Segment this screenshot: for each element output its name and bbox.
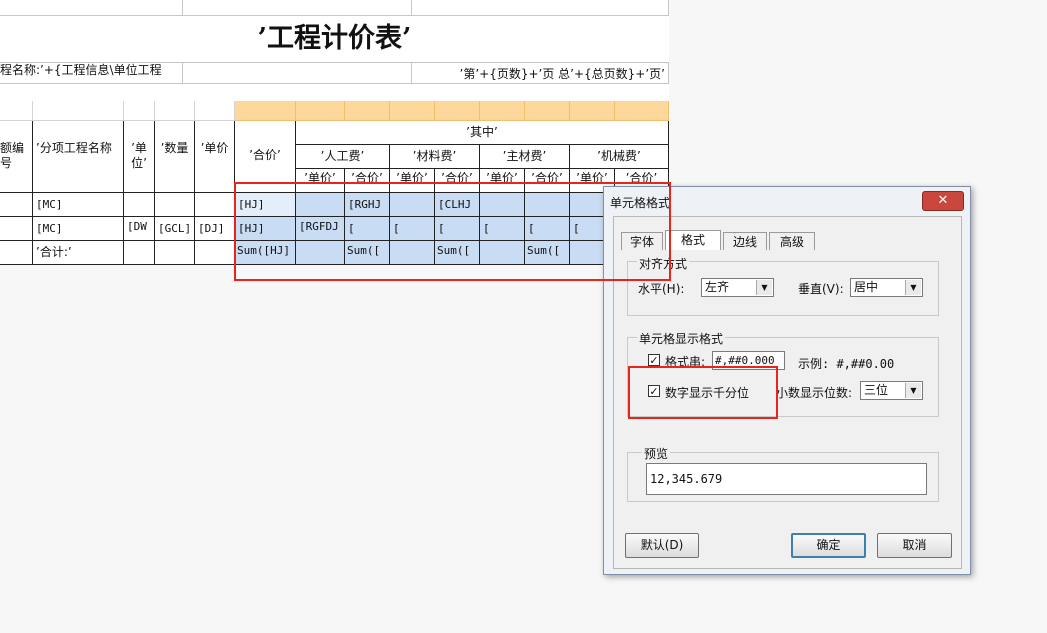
- row2-name[interactable]: [MC]: [33, 217, 124, 241]
- tab-border[interactable]: 边线: [723, 232, 767, 250]
- highlight-box-thousands: [628, 366, 778, 419]
- horizontal-value: 左齐: [705, 280, 730, 294]
- band-cell[interactable]: [570, 101, 615, 121]
- band-cell[interactable]: [390, 101, 435, 121]
- header-of-which[interactable]: ’其中’: [296, 121, 669, 145]
- preview-group-label: 预览: [642, 445, 671, 462]
- row2-code[interactable]: [0, 217, 33, 241]
- band-cell[interactable]: [435, 101, 480, 121]
- horizontal-label: 水平(H):: [638, 282, 685, 296]
- header-qty[interactable]: ’数量: [155, 121, 195, 193]
- cell[interactable]: [183, 0, 412, 16]
- row1-unit[interactable]: [124, 193, 155, 217]
- close-button[interactable]: ✕: [922, 191, 964, 211]
- band-cell[interactable]: [296, 101, 345, 121]
- vertical-value: 居中: [854, 280, 879, 294]
- decimal-places-select[interactable]: 三位 ▼: [860, 381, 923, 400]
- project-name-cell[interactable]: 程名称:’+{工程信息\单位工程: [0, 62, 183, 84]
- cell[interactable]: [183, 62, 412, 84]
- row1-price[interactable]: [195, 193, 235, 217]
- cell[interactable]: [0, 0, 183, 16]
- band-cell[interactable]: [0, 101, 33, 121]
- row3-price[interactable]: [195, 241, 235, 265]
- band-cell[interactable]: [345, 101, 390, 121]
- band-cell[interactable]: [525, 101, 570, 121]
- row3-code[interactable]: [0, 241, 33, 265]
- header-price[interactable]: ’单价: [195, 121, 235, 193]
- row1-name[interactable]: [MC]: [33, 193, 124, 217]
- band-cell[interactable]: [235, 101, 296, 121]
- chevron-down-icon[interactable]: ▼: [756, 280, 772, 295]
- band-cell[interactable]: [480, 101, 525, 121]
- band-cell[interactable]: [195, 101, 235, 121]
- row2-qty[interactable]: [GCL]: [155, 217, 195, 241]
- default-button[interactable]: 默认(D): [625, 533, 699, 558]
- chevron-down-icon[interactable]: ▼: [905, 383, 921, 398]
- row1-qty[interactable]: [155, 193, 195, 217]
- tab-advanced[interactable]: 高级: [769, 232, 815, 250]
- cell[interactable]: [412, 0, 669, 16]
- tab-format[interactable]: 格式: [665, 230, 721, 250]
- header-main-material[interactable]: ’主材费’: [480, 145, 570, 169]
- example-label: 示例: #,##0.00: [798, 357, 895, 371]
- header-labor[interactable]: ’人工费’: [296, 145, 390, 169]
- decimal-places-label: 小数显示位数:: [776, 386, 853, 400]
- format-string-checkbox[interactable]: ✓: [648, 354, 660, 366]
- vertical-label: 垂直(V):: [798, 282, 844, 296]
- band-cell[interactable]: [124, 101, 155, 121]
- row2-unit[interactable]: [DW: [124, 217, 155, 241]
- horizontal-select[interactable]: 左齐 ▼: [701, 278, 774, 297]
- row2-price[interactable]: [DJ]: [195, 217, 235, 241]
- header-unit[interactable]: ’单位’: [124, 121, 155, 193]
- vertical-select[interactable]: 居中 ▼: [850, 278, 923, 297]
- page-info-cell[interactable]: ’第’+{页数}+’页 总’+{总页数}+’页’: [412, 62, 669, 84]
- row3-qty[interactable]: [155, 241, 195, 265]
- display-format-group-label: 单元格显示格式: [637, 330, 726, 347]
- band-cell[interactable]: [33, 101, 124, 121]
- header-code[interactable]: 额编号: [0, 121, 33, 193]
- header-machine[interactable]: ’机械费’: [570, 145, 669, 169]
- row3-name[interactable]: ’合计:’: [33, 241, 124, 265]
- report-title[interactable]: ’工程计价表’: [0, 16, 669, 63]
- row3-unit[interactable]: [124, 241, 155, 265]
- chevron-down-icon[interactable]: ▼: [905, 280, 921, 295]
- decimal-places-value: 三位: [864, 383, 889, 397]
- highlight-box-selection: [234, 182, 671, 281]
- band-cell[interactable]: [615, 101, 669, 121]
- header-material[interactable]: ’材料费’: [390, 145, 480, 169]
- row1-code[interactable]: [0, 193, 33, 217]
- preview-display: 12,345.679: [646, 463, 927, 495]
- header-item-name[interactable]: ’分项工程名称: [33, 121, 124, 193]
- ok-button[interactable]: 确定: [791, 533, 866, 558]
- band-cell[interactable]: [155, 101, 195, 121]
- cancel-button[interactable]: 取消: [877, 533, 952, 558]
